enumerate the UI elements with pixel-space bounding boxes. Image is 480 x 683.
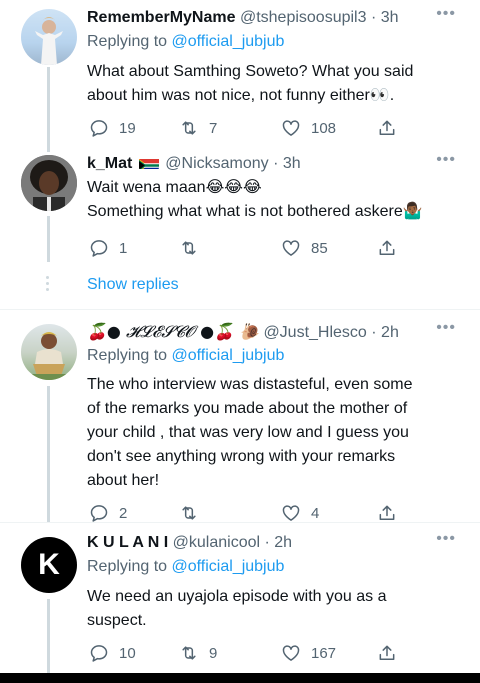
- retweet-icon: [182, 506, 196, 520]
- south-africa-flag-icon: [138, 156, 159, 169]
- share-icon: [379, 120, 395, 135]
- reply-count: 19: [119, 119, 136, 137]
- share-button[interactable]: [377, 643, 397, 663]
- display-name[interactable]: 🍒● 𝓗𝓛𝓔𝓢𝓒𝓞 ●🍒 🐌: [87, 322, 259, 341]
- tweet-text: What about Samthing Soweto? What you sai…: [87, 63, 414, 104]
- display-name[interactable]: RememberMyName: [87, 9, 236, 26]
- user-handle[interactable]: @Nicksamony: [165, 155, 268, 172]
- thread-line: [47, 386, 50, 522]
- tweet-header: 🍒● 𝓗𝓛𝓔𝓢𝓒𝓞 ●🍒 🐌 @Just_Hlesco · 2h •••: [87, 319, 462, 344]
- like-button[interactable]: 85: [281, 238, 328, 258]
- like-count: 167: [311, 644, 337, 662]
- like-count: 108: [311, 119, 337, 137]
- thread-dots: [46, 276, 50, 294]
- tweet-header: RememberMyName @tshepisoosupil3 · 3h •••: [87, 5, 462, 30]
- share-icon: [379, 645, 395, 660]
- timestamp[interactable]: 2h: [381, 324, 399, 341]
- avatar-photo: [35, 17, 63, 65]
- user-handle[interactable]: @kulanicool: [173, 534, 260, 551]
- more-icon[interactable]: •••: [436, 316, 456, 340]
- display-name[interactable]: k_Mat: [87, 155, 132, 172]
- share-button[interactable]: [377, 238, 397, 258]
- retweet-button[interactable]: 9: [179, 643, 217, 663]
- mention-link[interactable]: @official_jubjub: [172, 33, 285, 50]
- replying-to: Replying to @official_jubjub: [87, 347, 285, 364]
- like-icon: [282, 505, 300, 521]
- like-icon: [282, 120, 300, 136]
- reply-button[interactable]: 10: [89, 643, 136, 663]
- retweet-count: 9: [209, 644, 218, 662]
- mention-link[interactable]: @official_jubjub: [172, 347, 285, 364]
- reply-icon: [90, 645, 108, 662]
- tweet-4[interactable]: K K U L A N I @kulanicool · 2h ••• Reply…: [0, 523, 480, 673]
- avatar-letter: K: [38, 548, 60, 581]
- tweet-header: K U L A N I @kulanicool · 2h •••: [87, 530, 462, 555]
- retweet-button[interactable]: [179, 238, 209, 258]
- retweet-button[interactable]: 7: [179, 118, 217, 138]
- tweet-1[interactable]: RememberMyName @tshepisoosupil3 · 3h •••…: [0, 0, 480, 150]
- retweet-icon: [182, 646, 196, 660]
- display-name[interactable]: K U L A N I: [87, 534, 168, 551]
- timestamp[interactable]: 2h: [274, 534, 292, 551]
- avatar[interactable]: [21, 9, 77, 65]
- share-button[interactable]: [377, 118, 397, 138]
- bottom-bar: [0, 673, 480, 683]
- retweet-icon: [182, 241, 196, 255]
- more-icon[interactable]: •••: [436, 2, 456, 26]
- reply-icon: [90, 240, 108, 257]
- show-replies-link[interactable]: Show replies: [87, 274, 179, 296]
- like-button[interactable]: 4: [281, 503, 319, 523]
- more-icon[interactable]: •••: [436, 527, 456, 551]
- retweet-icon: [182, 121, 196, 135]
- avatar-photo: [21, 155, 77, 211]
- user-handle[interactable]: @tshepisoosupil3: [240, 9, 367, 26]
- avatar[interactable]: [21, 155, 77, 211]
- tweet-3[interactable]: 🍒● 𝓗𝓛𝓔𝓢𝓒𝓞 ●🍒 🐌 @Just_Hlesco · 2h ••• Rep…: [0, 310, 480, 522]
- timestamp[interactable]: 3h: [381, 9, 399, 26]
- avatar[interactable]: [21, 324, 77, 380]
- thread-line: [47, 216, 50, 262]
- tweet-header: k_Mat @Nicksamony · 3h •••: [87, 151, 462, 176]
- reply-count: 10: [119, 644, 136, 662]
- replying-to: Replying to @official_jubjub: [87, 33, 285, 50]
- share-icon: [379, 505, 395, 520]
- share-button[interactable]: [377, 503, 397, 523]
- more-icon[interactable]: •••: [436, 148, 456, 172]
- reply-button[interactable]: 19: [89, 118, 136, 138]
- tweet-text: The who interview was distasteful, even …: [87, 376, 413, 489]
- reply-count: 1: [119, 239, 128, 257]
- like-icon: [282, 645, 300, 661]
- reply-icon: [90, 505, 108, 522]
- tweet-text: Wait wena maan😂😂😂 Something what what is…: [87, 179, 423, 220]
- tweet-2[interactable]: k_Mat @Nicksamony · 3h ••• Wait wena maa…: [0, 148, 480, 262]
- retweet-button[interactable]: [179, 503, 209, 523]
- thread-line: [47, 67, 50, 150]
- tweet-text: We need an uyajola episode with you as a…: [87, 588, 387, 629]
- user-handle[interactable]: @Just_Hlesco: [263, 324, 366, 341]
- reply-count: 2: [119, 504, 128, 522]
- like-count: 4: [311, 504, 320, 522]
- reply-icon: [90, 120, 108, 137]
- avatar-photo: [31, 332, 67, 380]
- reply-button[interactable]: 1: [89, 238, 127, 258]
- like-button[interactable]: 108: [281, 118, 336, 138]
- replying-to: Replying to @official_jubjub: [87, 558, 285, 575]
- thread-line: [47, 148, 50, 152]
- like-button[interactable]: 167: [281, 643, 336, 663]
- retweet-count: 7: [209, 119, 218, 137]
- like-icon: [282, 240, 300, 256]
- avatar[interactable]: K: [21, 537, 77, 593]
- thread-line: [47, 599, 50, 673]
- reply-button[interactable]: 2: [89, 503, 127, 523]
- share-icon: [379, 240, 395, 255]
- like-count: 85: [311, 239, 328, 257]
- timestamp[interactable]: 3h: [283, 155, 301, 172]
- mention-link[interactable]: @official_jubjub: [172, 558, 285, 575]
